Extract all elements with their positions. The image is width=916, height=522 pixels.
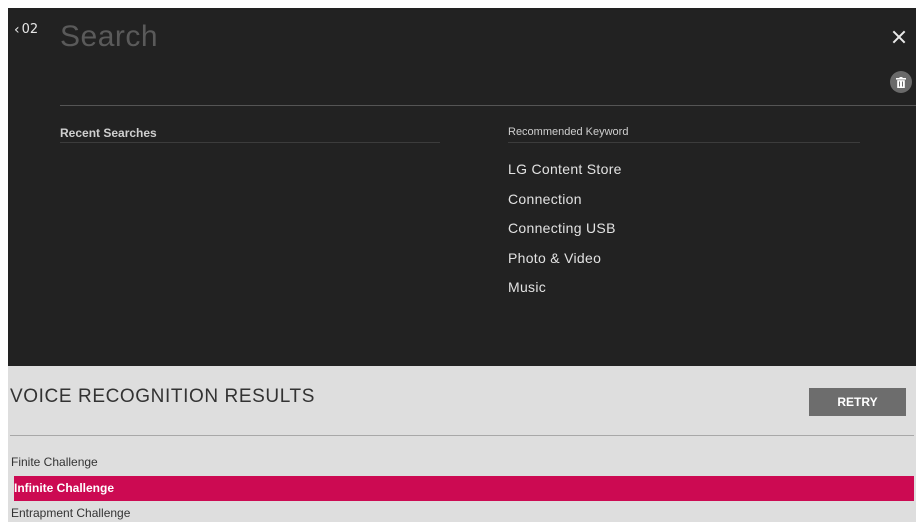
voice-divider [10, 435, 914, 436]
keyword-item[interactable]: LG Content Store [508, 161, 622, 191]
recent-searches-heading: Recent Searches [60, 126, 157, 140]
voice-recognition-panel: VOICE RECOGNITION RESULTS RETRY Finite C… [8, 366, 916, 522]
keyword-item[interactable]: Music [508, 279, 622, 309]
voice-results-title: VOICE RECOGNITION RESULTS [10, 386, 315, 407]
retry-button[interactable]: RETRY [809, 388, 906, 416]
keyword-item[interactable]: Connecting USB [508, 220, 622, 250]
result-item-selected[interactable]: Infinite Challenge [14, 475, 914, 501]
result-item[interactable]: Finite Challenge [8, 450, 916, 476]
search-screen: ‹ 02 Search Recent Searches Recommended … [8, 8, 916, 522]
keyword-item[interactable]: Connection [508, 191, 622, 221]
search-divider [60, 105, 916, 106]
search-input[interactable]: Search [60, 20, 158, 54]
recommended-keyword-divider [508, 142, 860, 143]
trash-icon[interactable] [890, 71, 912, 93]
close-icon[interactable] [890, 28, 908, 46]
back-label: 02 [21, 22, 39, 37]
keyword-item[interactable]: Photo & Video [508, 250, 622, 280]
recommended-keyword-list: LG Content Store Connection Connecting U… [508, 161, 622, 309]
chevron-left-icon: ‹ [14, 21, 20, 38]
recent-searches-divider [60, 142, 440, 143]
back-button[interactable]: ‹ 02 [14, 22, 38, 37]
voice-results-list: Finite Challenge Infinite Challenge Entr… [8, 450, 916, 522]
result-item[interactable]: Entrapment Challenge [8, 501, 916, 522]
recommended-keyword-heading: Recommended Keyword [508, 126, 629, 138]
